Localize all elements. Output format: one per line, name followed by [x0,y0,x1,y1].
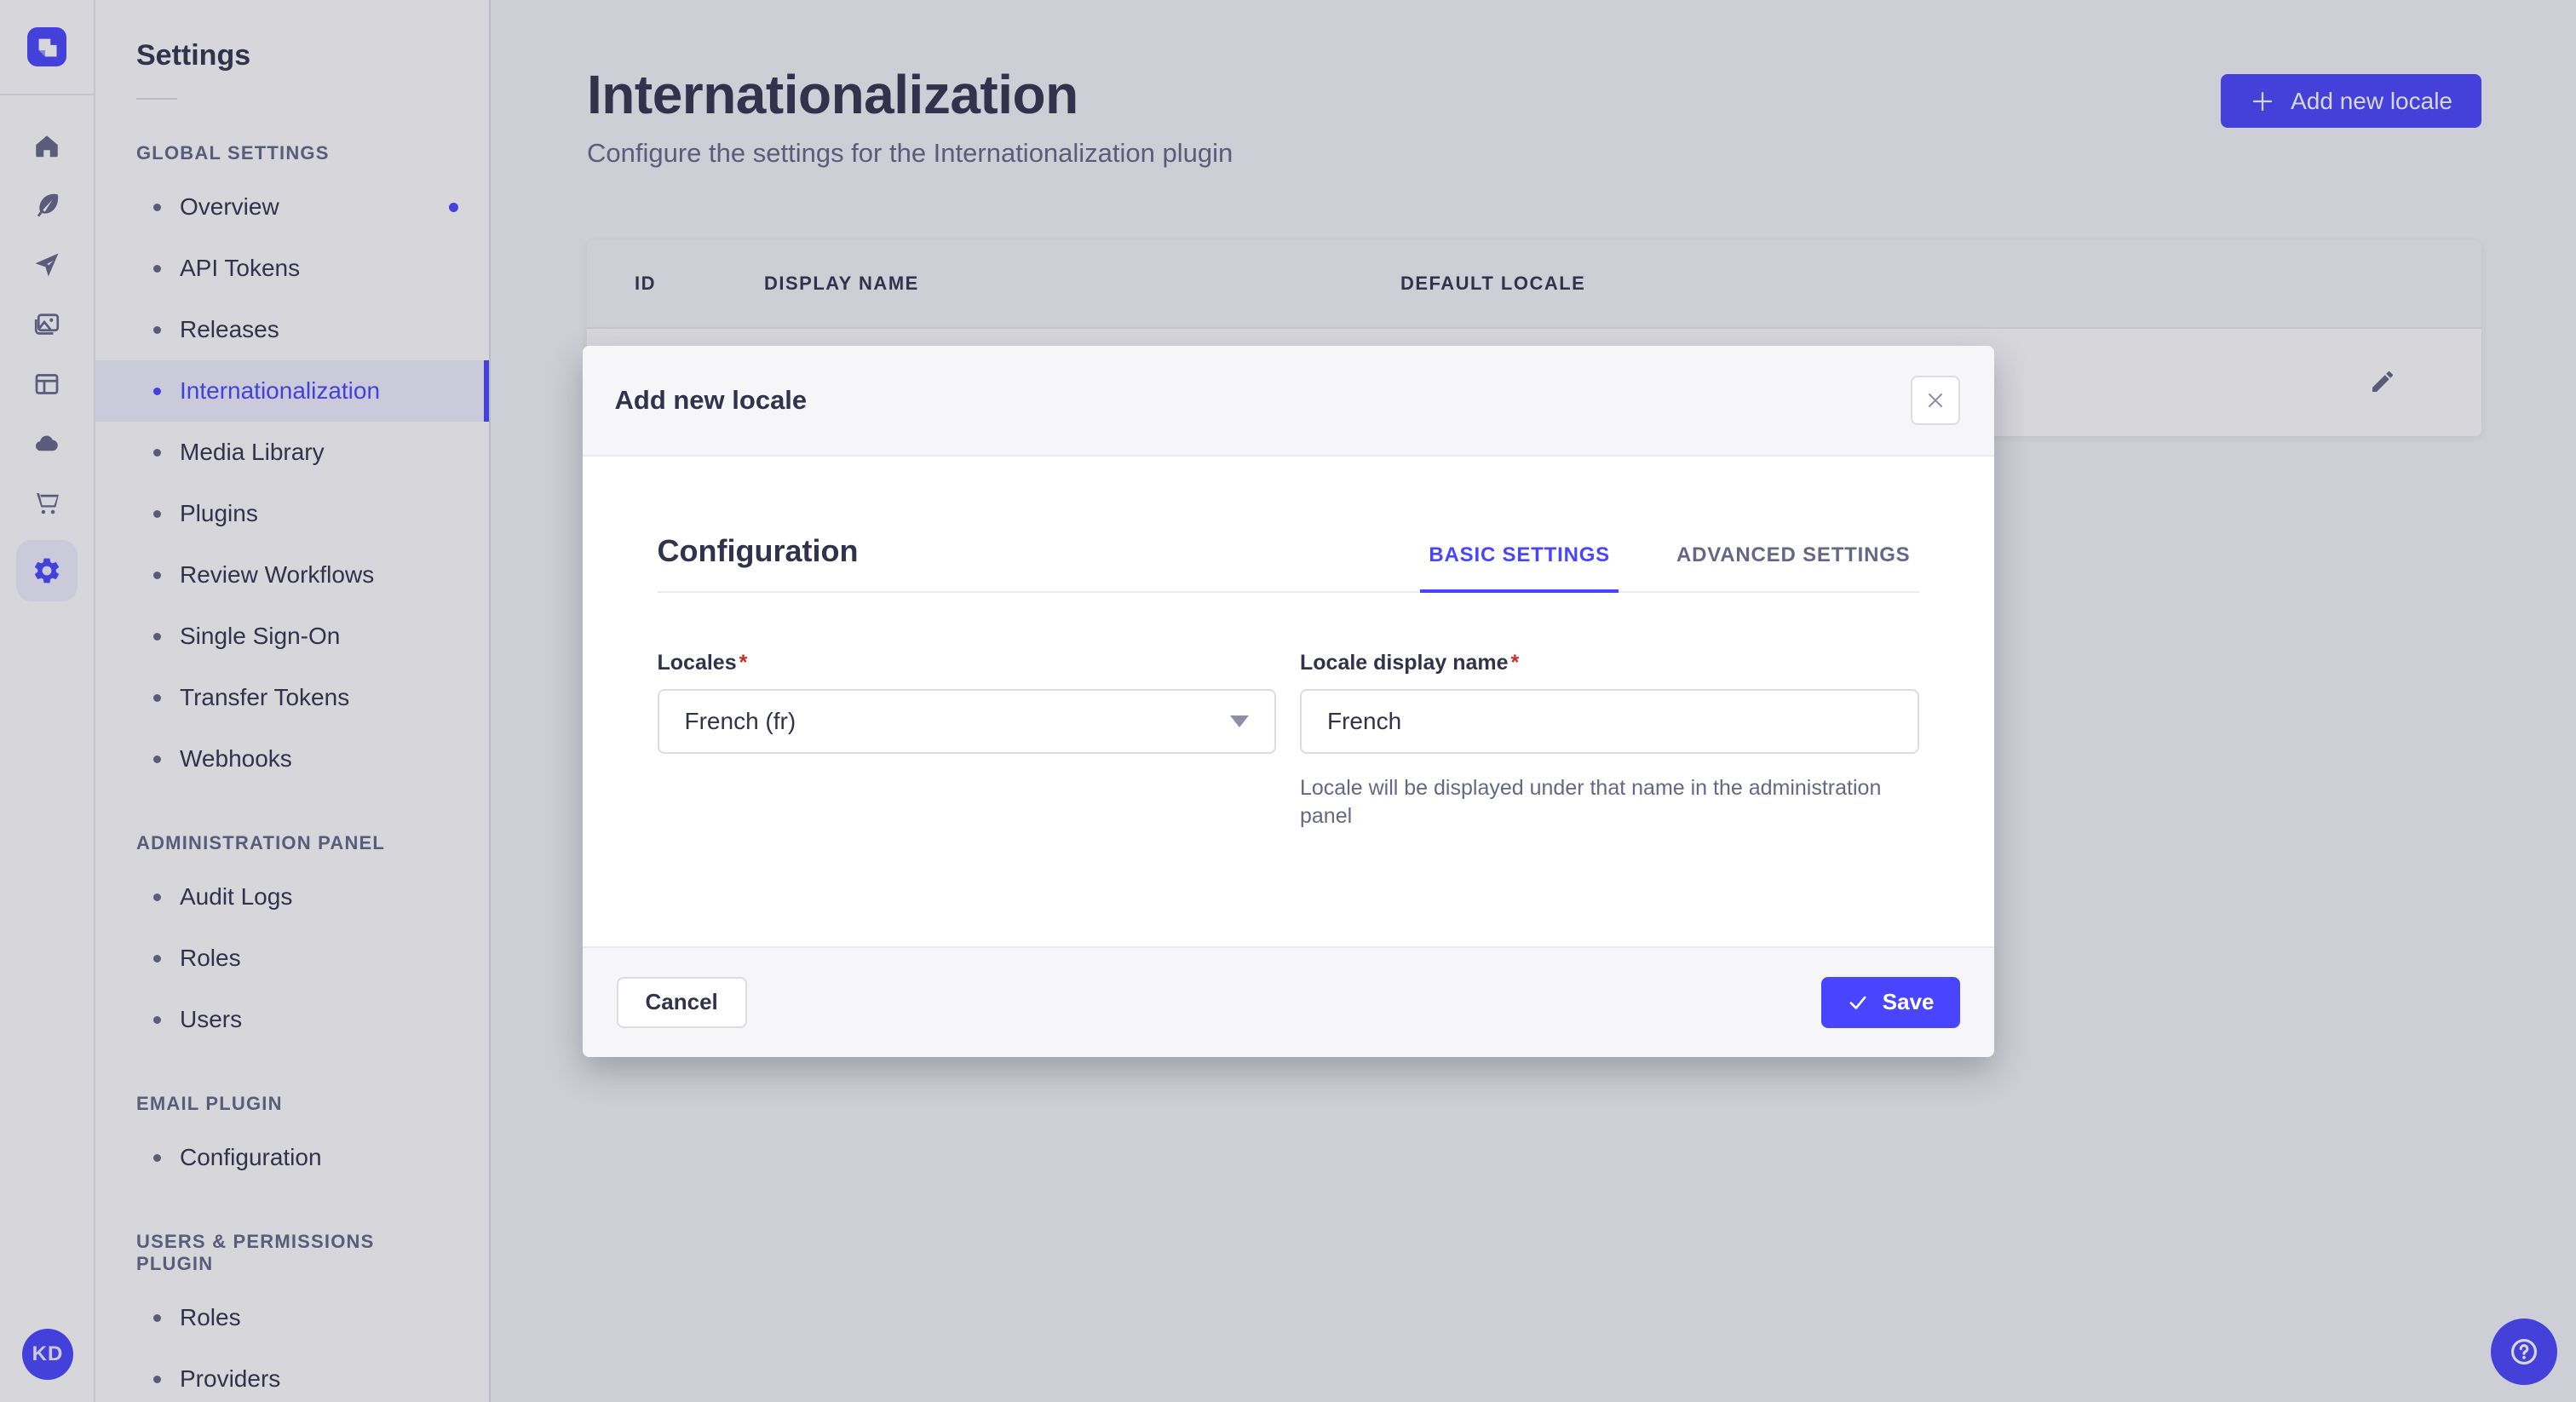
cancel-button[interactable]: Cancel [616,976,747,1028]
check-icon [1849,996,1866,1009]
close-button[interactable] [1910,375,1960,425]
tab-basic-settings[interactable]: BASIC SETTINGS [1420,543,1619,593]
display-name-label: Locale display name * [1300,650,1520,675]
configuration-header-row: Configuration BASIC SETTINGS ADVANCED SE… [657,532,1919,593]
locales-select-value: French (fr) [684,707,796,734]
modal-footer: Cancel Save [582,945,1994,1057]
modal-title: Add new locale [614,384,808,415]
modal-wrapper: Add new locale Configuration BASIC SETTI… [0,0,2576,1402]
tab-advanced-settings[interactable]: ADVANCED SETTINGS [1668,543,1919,593]
chevron-down-icon [1230,715,1249,727]
locales-label: Locales * [657,650,748,675]
display-name-field: Locale display name* Locale will be disp… [1300,651,1919,832]
modal-body: Configuration BASIC SETTINGS ADVANCED SE… [582,456,1994,946]
save-button[interactable]: Save [1820,976,1960,1028]
required-asterisk: * [1510,650,1520,675]
close-icon [1928,393,1942,407]
configuration-title: Configuration [657,532,859,568]
required-asterisk: * [739,650,748,675]
locales-select[interactable]: French (fr) [657,688,1276,754]
strapi-settings-page: KD Settings GLOBAL SETTINGS Overview API… [0,0,2576,1402]
add-locale-modal: Add new locale Configuration BASIC SETTI… [582,345,1994,1057]
display-name-input[interactable] [1300,688,1919,754]
display-name-helper-text: Locale will be displayed under that name… [1300,775,1882,829]
form-fields: Locales * French (fr) Locale display name… [657,650,1919,832]
locales-field: Locales * French (fr) [657,650,1276,832]
settings-tabs: BASIC SETTINGS ADVANCED SETTINGS [1420,543,1919,593]
modal-header: Add new locale [582,345,1994,457]
